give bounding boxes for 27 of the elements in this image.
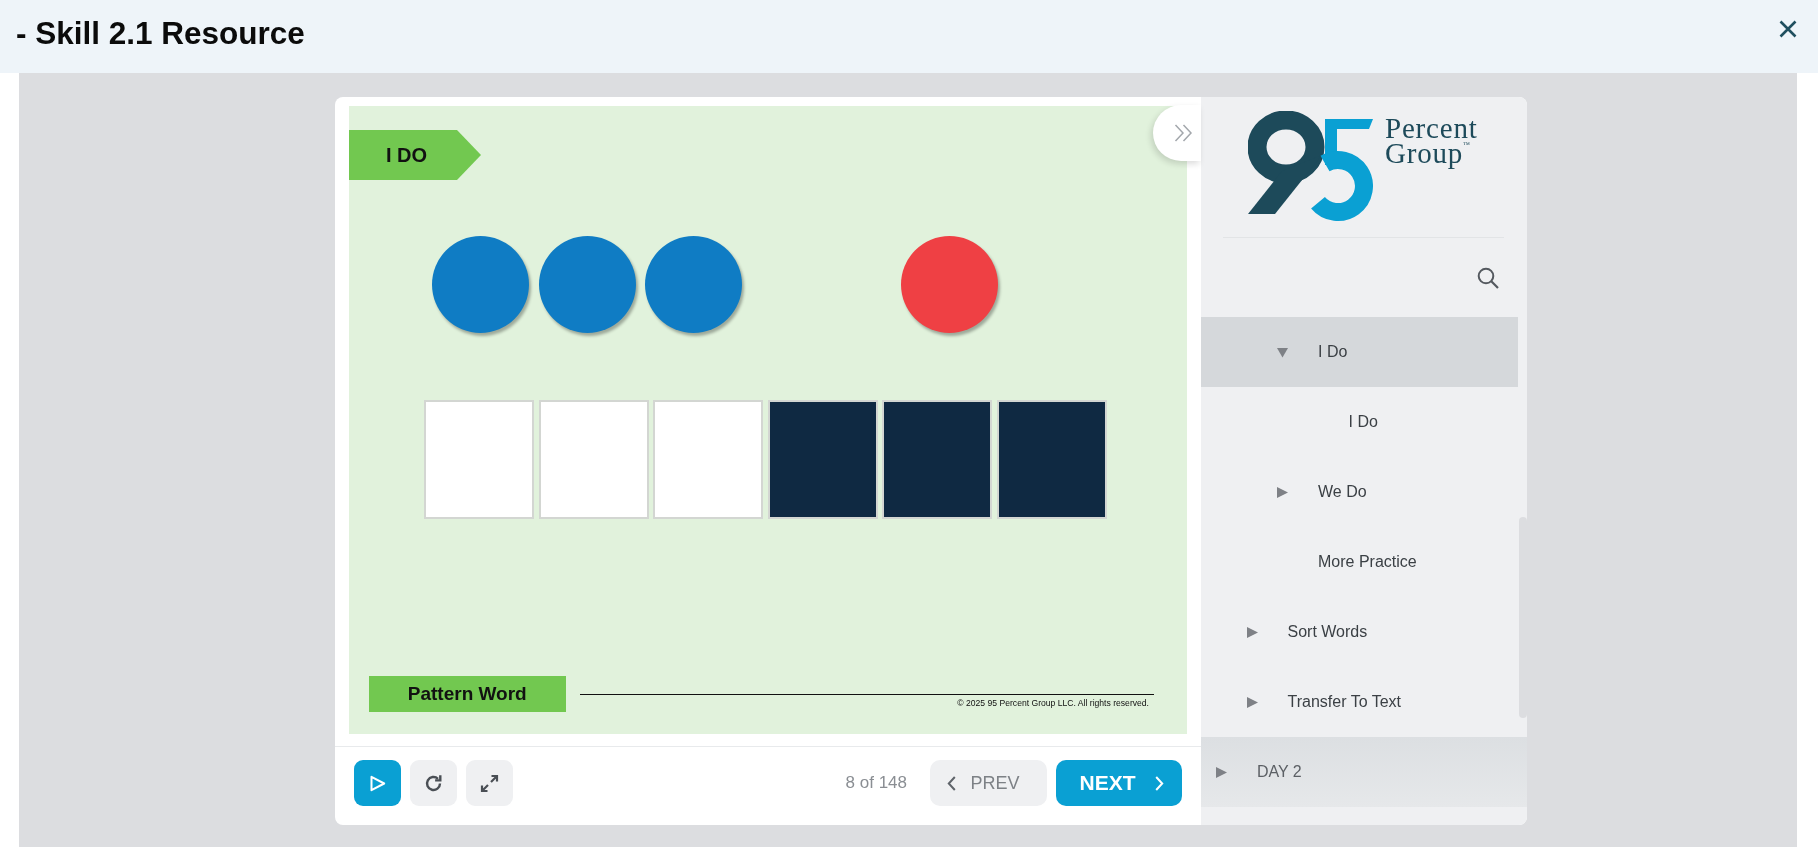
outline-item[interactable]: DAY 2 [1201, 737, 1527, 807]
play-button[interactable] [354, 760, 401, 806]
refresh-icon [424, 773, 443, 793]
outline-item[interactable]: We Do [1201, 457, 1518, 527]
logo-text: Percent [1385, 115, 1478, 141]
outline-item[interactable]: Transfer To Text [1201, 667, 1518, 737]
play-icon [369, 774, 386, 792]
page-counter: 8 of 148 [845, 773, 907, 793]
copyright-text: © 2025 95 Percent Group LLC. All rights reserved. [957, 698, 1149, 708]
outline-item[interactable]: I Do [1201, 387, 1518, 457]
logo-mark-icon [1248, 111, 1373, 223]
outline-item[interactable]: More Practice [1201, 527, 1518, 597]
close-icon [1779, 20, 1797, 38]
close-button[interactable] [1779, 20, 1797, 38]
chevron-left-icon [946, 775, 956, 791]
page-title: - Skill 2.1 Resource [16, 15, 305, 52]
double-chevron-icon [1174, 124, 1193, 142]
replay-button[interactable] [410, 760, 457, 806]
pattern-word-label: Pattern Word [368, 676, 566, 712]
search-icon [1477, 266, 1499, 289]
expand-icon [480, 773, 499, 793]
search-button[interactable] [1477, 266, 1499, 289]
chevron-right-icon [1154, 775, 1164, 791]
step-banner: I DO [349, 130, 481, 180]
outline-item[interactable]: I Do [1201, 317, 1518, 387]
fullscreen-button[interactable] [466, 760, 513, 806]
outline-item[interactable]: Sort Words [1201, 597, 1518, 667]
